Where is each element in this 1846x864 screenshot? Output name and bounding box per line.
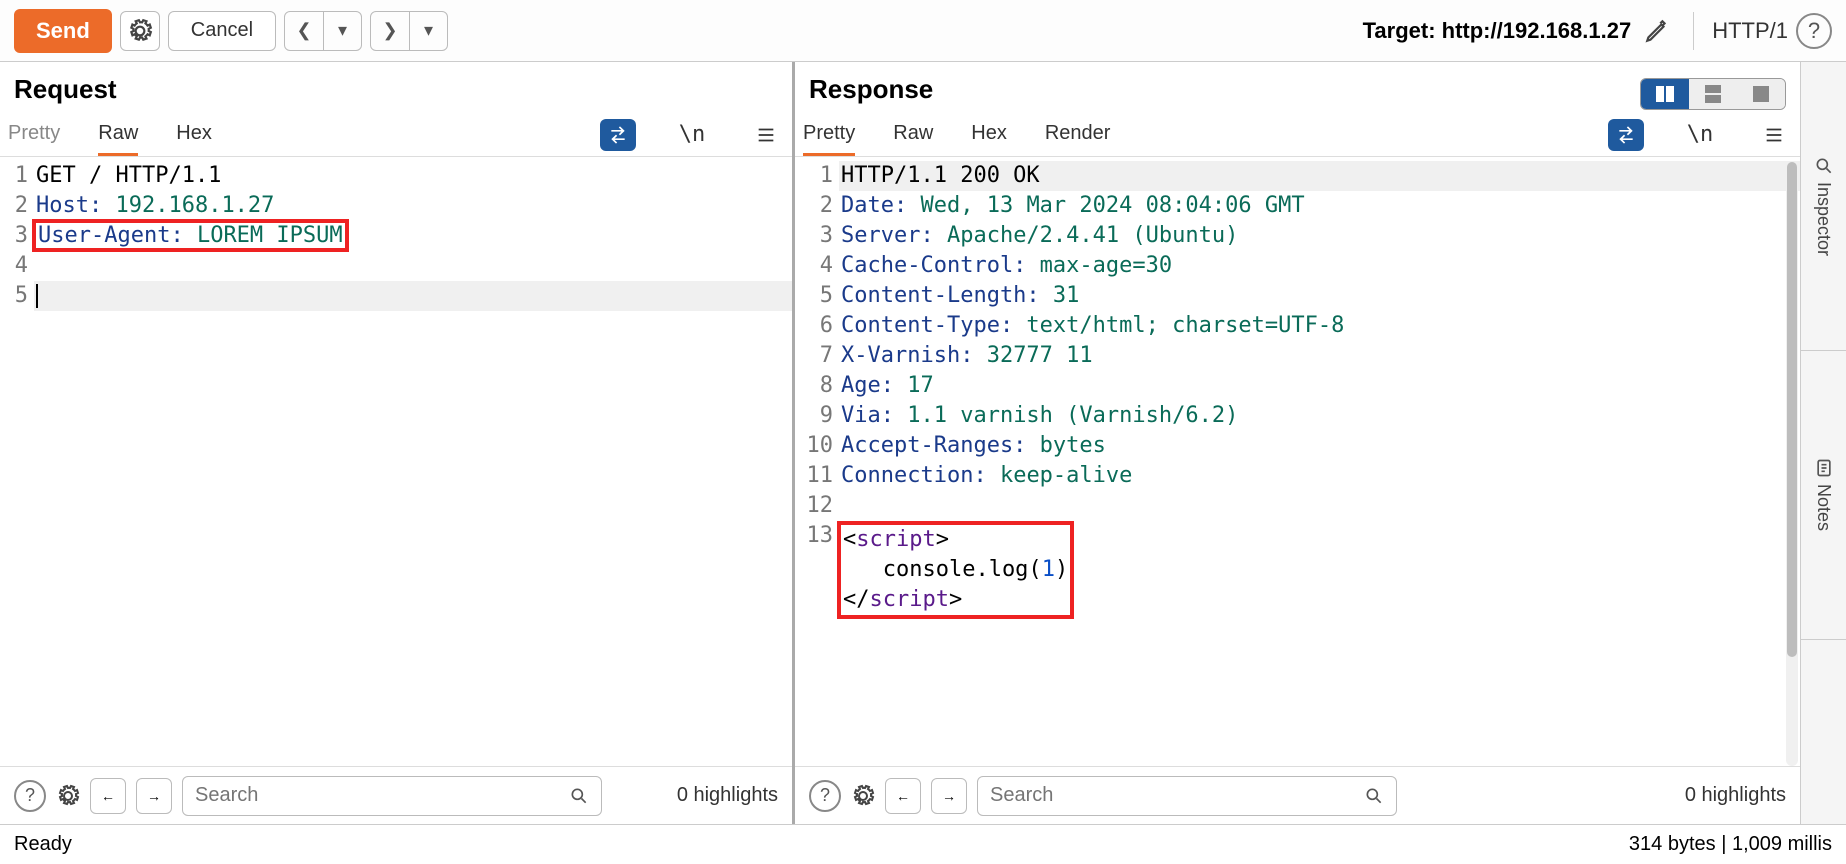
history-back-group: ❮ ▾ — [284, 11, 362, 51]
layout-split-vertical[interactable] — [1689, 79, 1737, 109]
code-line[interactable]: 1GET / HTTP/1.1 — [0, 161, 792, 191]
request-editor[interactable]: 1GET / HTTP/1.12Host: 192.168.1.273User-… — [0, 157, 792, 766]
tab-raw[interactable]: Raw — [98, 113, 138, 156]
search-prev-button[interactable]: ← — [90, 778, 126, 814]
status-bar: Ready 314 bytes | 1,009 millis — [0, 824, 1846, 864]
history-forward-group: ❯ ▾ — [370, 11, 448, 51]
gear-icon — [56, 784, 80, 808]
send-options-button[interactable] — [120, 11, 160, 51]
request-title: Request — [14, 74, 778, 105]
actions-icon — [1616, 125, 1636, 145]
inspector-tab[interactable]: Inspector — [1801, 62, 1846, 351]
response-highlights-count: 0 highlights — [1685, 784, 1786, 807]
code-line[interactable]: 5 — [0, 281, 792, 311]
search-icon — [569, 786, 589, 806]
code-line[interactable]: 3Server: Apache/2.4.41 (Ubuntu) — [795, 221, 1800, 251]
code-line[interactable]: 11Connection: keep-alive — [795, 461, 1800, 491]
tab-raw[interactable]: Raw — [893, 113, 933, 156]
line-wrap-toggle[interactable]: \n — [1682, 119, 1718, 151]
request-settings-button[interactable] — [56, 784, 80, 808]
response-settings-button[interactable] — [851, 784, 875, 808]
code-line[interactable]: 8Age: 17 — [795, 371, 1800, 401]
help-button[interactable]: ? — [1796, 13, 1832, 49]
code-line[interactable]: 4Cache-Control: max-age=30 — [795, 251, 1800, 281]
status-left: Ready — [14, 833, 72, 856]
target-label: Target: http://192.168.1.27 — [1363, 18, 1632, 44]
side-rail: Inspector Notes — [1800, 62, 1846, 824]
search-prev-button[interactable]: ← — [885, 778, 921, 814]
request-footer: ? ← → 0 highlights — [0, 766, 792, 824]
send-button[interactable]: Send — [14, 9, 112, 53]
history-forward-button[interactable]: ❯ — [371, 12, 409, 50]
code-line[interactable]: 7X-Varnish: 32777 11 — [795, 341, 1800, 371]
history-back-button[interactable]: ❮ — [285, 12, 323, 50]
response-actions-button[interactable] — [1608, 119, 1644, 151]
code-line[interactable]: 6Content-Type: text/html; charset=UTF-8 — [795, 311, 1800, 341]
response-panel: Response Pretty Raw Hex Render \n 1HTTP/ — [795, 62, 1800, 824]
code-line[interactable]: 1HTTP/1.1 200 OK — [795, 161, 1800, 191]
request-tabs: Pretty Raw Hex \n — [0, 113, 792, 157]
request-panel: Request Pretty Raw Hex \n 1GET / HTTP/1.… — [0, 62, 795, 824]
layout-toggle — [1640, 78, 1786, 110]
history-back-menu[interactable]: ▾ — [323, 12, 361, 50]
cancel-button[interactable]: Cancel — [168, 11, 276, 51]
search-next-button[interactable]: → — [931, 778, 967, 814]
response-scrollbar[interactable] — [1786, 162, 1798, 766]
search-icon — [1364, 786, 1384, 806]
gear-icon — [127, 18, 153, 44]
code-line[interactable]: 9Via: 1.1 varnish (Varnish/6.2) — [795, 401, 1800, 431]
code-line[interactable]: 13<script> console.log(1)</script> — [795, 521, 1800, 619]
history-forward-menu[interactable]: ▾ — [409, 12, 447, 50]
tab-render[interactable]: Render — [1045, 113, 1111, 156]
tab-hex[interactable]: Hex — [176, 113, 212, 156]
gear-icon — [851, 784, 875, 808]
toolbar-divider — [1693, 12, 1694, 50]
request-menu-button[interactable] — [748, 119, 784, 151]
request-help-button[interactable]: ? — [14, 780, 46, 812]
response-search-input[interactable] — [990, 784, 1364, 807]
response-footer: ? ← → 0 highlights — [795, 766, 1800, 824]
code-line[interactable]: 2Host: 192.168.1.27 — [0, 191, 792, 221]
response-menu-button[interactable] — [1756, 119, 1792, 151]
edit-target-button[interactable] — [1639, 18, 1675, 44]
main-split: Request Pretty Raw Hex \n 1GET / HTTP/1.… — [0, 62, 1846, 824]
hamburger-icon — [1763, 124, 1785, 146]
notes-tab[interactable]: Notes — [1801, 351, 1846, 640]
layout-single[interactable] — [1737, 79, 1785, 109]
layout-split-horizontal[interactable] — [1641, 79, 1689, 109]
response-search-box — [977, 776, 1397, 816]
response-help-button[interactable]: ? — [809, 780, 841, 812]
code-line[interactable]: 10Accept-Ranges: bytes — [795, 431, 1800, 461]
status-right: 314 bytes | 1,009 millis — [1629, 833, 1832, 856]
code-line[interactable]: 4 — [0, 251, 792, 281]
response-title: Response — [809, 74, 933, 105]
code-line[interactable]: 2Date: Wed, 13 Mar 2024 08:04:06 GMT — [795, 191, 1800, 221]
inspector-icon — [1814, 156, 1834, 176]
code-line[interactable]: 3User-Agent: LOREM IPSUM — [0, 221, 792, 251]
response-viewer[interactable]: 1HTTP/1.1 200 OK2Date: Wed, 13 Mar 2024 … — [795, 157, 1800, 766]
notes-icon — [1814, 458, 1834, 478]
request-search-input[interactable] — [195, 784, 569, 807]
actions-icon — [608, 125, 628, 145]
pencil-icon — [1644, 18, 1670, 44]
response-tabs: Pretty Raw Hex Render \n — [795, 113, 1800, 157]
http-version-selector[interactable]: HTTP/1 — [1712, 18, 1788, 44]
code-line[interactable]: 5Content-Length: 31 — [795, 281, 1800, 311]
tab-pretty[interactable]: Pretty — [8, 113, 60, 156]
request-actions-button[interactable] — [600, 119, 636, 151]
search-next-button[interactable]: → — [136, 778, 172, 814]
top-toolbar: Send Cancel ❮ ▾ ❯ ▾ Target: http://192.1… — [0, 0, 1846, 62]
line-wrap-toggle[interactable]: \n — [674, 119, 710, 151]
rail-spacer — [1801, 640, 1846, 824]
code-line[interactable]: 12 — [795, 491, 1800, 521]
request-search-box — [182, 776, 602, 816]
request-highlights-count: 0 highlights — [677, 784, 778, 807]
hamburger-icon — [755, 124, 777, 146]
tab-pretty[interactable]: Pretty — [803, 113, 855, 156]
tab-hex[interactable]: Hex — [971, 113, 1007, 156]
